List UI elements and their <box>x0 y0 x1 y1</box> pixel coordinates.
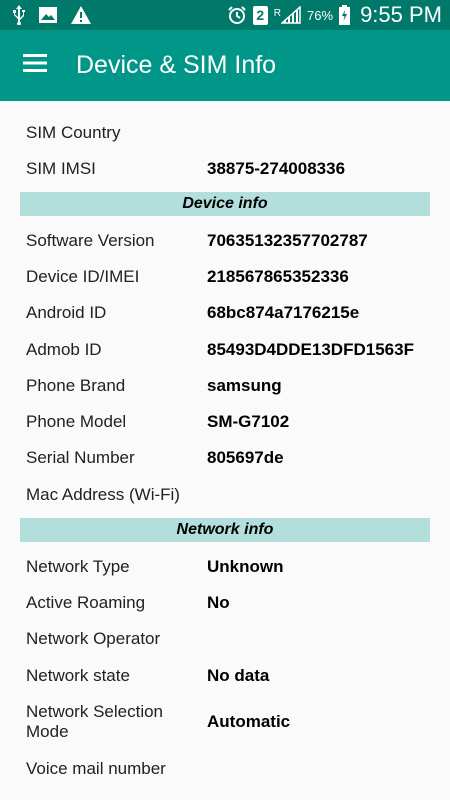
info-label: Serial Number <box>26 448 135 467</box>
status-bar-system: 2 R 76% 9:55 PM <box>227 2 442 28</box>
menu-button[interactable] <box>0 30 70 101</box>
app-toolbar: Device & SIM Info <box>0 30 450 101</box>
warning-icon <box>70 5 92 25</box>
info-row: Software Version 70635132357702787 <box>20 230 430 252</box>
info-label: Network Selection Mode <box>26 702 164 741</box>
info-value: Unknown <box>207 557 284 576</box>
info-label: Device ID/IMEI <box>26 267 140 286</box>
info-row: Serial Number 805697de <box>20 447 430 469</box>
info-label: SIM Country <box>26 123 121 142</box>
page-title: Device & SIM Info <box>76 51 277 79</box>
info-label: Android ID <box>26 303 107 322</box>
info-row: SIM Country <box>20 122 430 144</box>
info-row: Mac Address (Wi-Fi) <box>20 484 430 506</box>
info-label: Admob ID <box>26 340 102 359</box>
alarm-clock-icon <box>227 5 247 25</box>
info-value: 38875-274008336 <box>207 159 346 178</box>
info-value: 70635132357702787 <box>207 231 368 250</box>
info-label: Network state <box>26 666 130 685</box>
info-value: 218567865352336 <box>207 267 349 286</box>
info-row: Android ID 68bc874a7176215e <box>20 302 430 324</box>
status-bar-notifications <box>12 5 92 25</box>
info-label: Phone Brand <box>26 376 126 395</box>
info-row: Network Selection Mode Automatic <box>20 701 430 743</box>
info-row: Network state No data <box>20 665 430 687</box>
battery-charging-icon <box>339 5 351 25</box>
info-value: 85493D4DDE13DFD1563F <box>207 340 414 359</box>
info-row: Admob ID 85493D4DDE13DFD1563F <box>20 339 430 361</box>
roaming-indicator: R <box>273 8 282 19</box>
info-row: Active Roaming No <box>20 592 430 614</box>
battery-percent: 76% <box>307 7 334 23</box>
info-row: Phone Brand samsung <box>20 375 430 397</box>
section-header-network: Network info <box>20 518 430 542</box>
info-label: Active Roaming <box>26 593 146 612</box>
info-value: SM-G7102 <box>207 412 290 431</box>
info-value: Automatic <box>207 712 291 731</box>
info-value: No <box>207 593 230 612</box>
info-row: Device ID/IMEI 218567865352336 <box>20 266 430 288</box>
info-label: SIM IMSI <box>26 159 96 178</box>
status-bar: 2 R 76% 9:55 PM <box>0 0 450 30</box>
section-header-device: Device info <box>20 192 430 216</box>
info-row: Network Operator <box>20 628 430 650</box>
usb-icon <box>12 5 26 25</box>
info-label: Mac Address (Wi-Fi) <box>26 485 180 504</box>
info-row: Network Type Unknown <box>20 556 430 578</box>
sim-slot-indicator: 2 <box>252 5 268 25</box>
image-icon <box>38 6 58 24</box>
hamburger-menu-icon <box>23 54 47 77</box>
info-value: samsung <box>207 376 282 395</box>
info-row: Phone Model SM-G7102 <box>20 411 430 433</box>
info-value: No data <box>207 666 270 685</box>
clock-time: 9:55 PM <box>360 2 442 27</box>
info-label: Software Version <box>26 231 155 250</box>
info-value: 68bc874a7176215e <box>207 303 360 322</box>
info-label: Network Type <box>26 557 130 576</box>
info-row: Voice mail number <box>20 758 430 780</box>
info-label: Phone Model <box>26 412 127 431</box>
info-row: SIM IMSI 38875-274008336 <box>20 158 430 180</box>
signal-icon: R <box>274 6 301 24</box>
info-label: Voice mail number <box>26 759 166 778</box>
info-value: 805697de <box>207 448 284 467</box>
info-label: Network Operator <box>26 629 161 648</box>
